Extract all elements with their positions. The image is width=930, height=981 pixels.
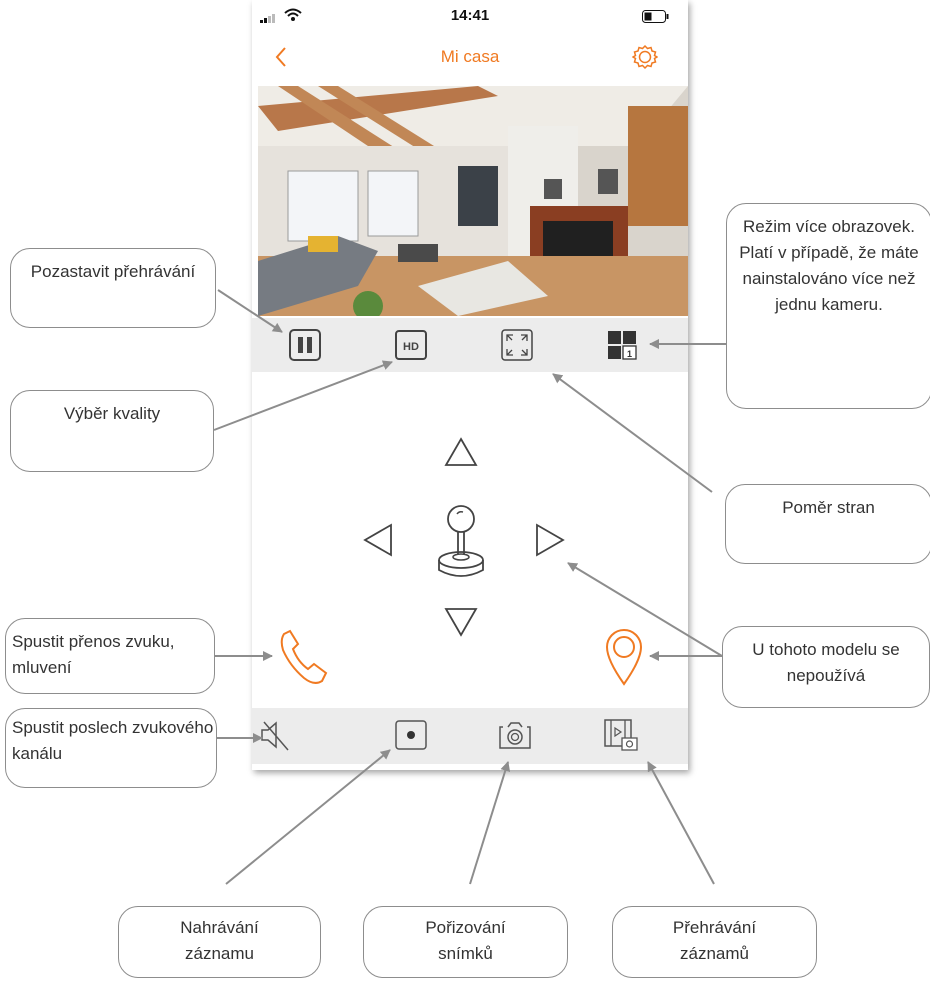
arrow-right-icon[interactable]	[534, 522, 566, 558]
bottom-bar	[252, 708, 688, 764]
status-bar: 14:41	[252, 0, 688, 34]
callout-pause: Pozastavit přehrávání	[10, 248, 216, 328]
film-camera-icon	[604, 719, 638, 751]
speaker-mute-icon	[261, 721, 289, 751]
multiscreen-button[interactable]: 1	[604, 327, 640, 363]
status-time: 14:41	[450, 7, 490, 24]
callout-talk: Spustit přenos zvuku, mluvení	[5, 618, 215, 694]
nav-bar: Mi casa	[252, 36, 688, 80]
arrow-up-icon[interactable]	[443, 436, 479, 468]
callout-listen: Spustit poslech zvukového kanálu	[5, 708, 217, 788]
gear-icon[interactable]	[632, 44, 658, 70]
pause-icon	[289, 329, 321, 361]
phone-talk-icon[interactable]	[276, 628, 332, 688]
callout-snapshot: Pořizování snímků	[363, 906, 568, 978]
multiscreen-icon: 1	[608, 331, 637, 360]
fullscreen-button[interactable]	[499, 327, 535, 363]
snapshot-button[interactable]	[497, 717, 533, 753]
record-icon	[395, 720, 427, 750]
arrow-left-icon[interactable]	[362, 522, 394, 558]
phone-screen: 14:41 Mi casa HD 1	[252, 0, 688, 770]
playback-button[interactable]	[602, 717, 638, 753]
callout-unused: U tohoto modelu se nepoužívá	[722, 626, 930, 708]
camera-icon	[499, 722, 531, 749]
arrow-down-icon[interactable]	[443, 606, 479, 638]
quality-label: HD	[403, 341, 419, 353]
listen-button[interactable]	[256, 717, 292, 753]
multiscreen-count: 1	[627, 349, 632, 359]
fullscreen-icon	[501, 329, 533, 361]
pause-button[interactable]	[287, 327, 323, 363]
page-title: Mi casa	[440, 47, 500, 66]
callout-aspect-ratio: Poměr stran	[725, 484, 930, 564]
hd-icon: HD	[395, 330, 427, 360]
callout-playback: Přehrávání záznamů	[612, 906, 817, 978]
callout-record: Nahrávání záznamu	[118, 906, 321, 978]
record-button[interactable]	[393, 717, 429, 753]
location-pin-icon[interactable]	[604, 628, 644, 688]
callout-multiscreen: Režim více obrazovek. Platí v případě, ž…	[726, 203, 930, 409]
joystick-icon	[438, 505, 484, 577]
camera-video-feed[interactable]	[258, 86, 688, 316]
battery-icon	[642, 10, 669, 23]
callout-quality: Výběr kvality	[10, 390, 214, 472]
control-bar: HD 1	[252, 318, 688, 372]
quality-button[interactable]: HD	[393, 327, 429, 363]
